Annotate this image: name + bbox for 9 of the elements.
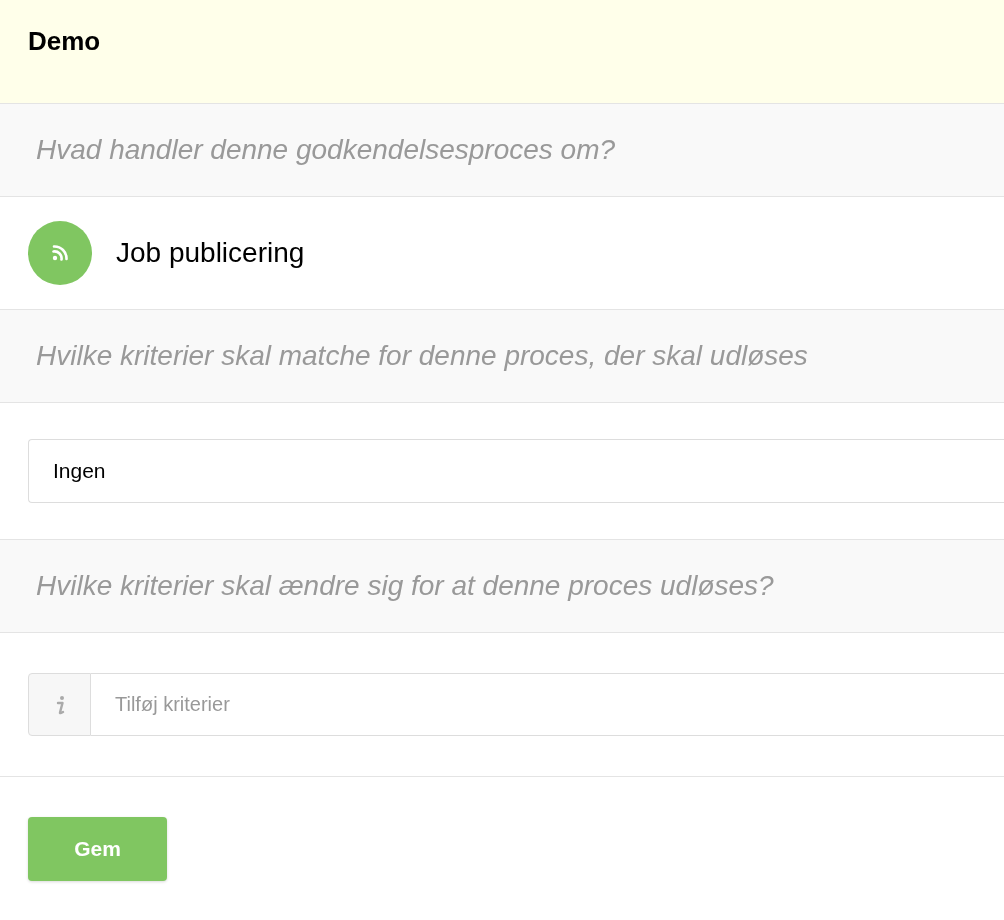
question-text: Hvilke kriterier skal matche for denne proces, der skal udløses (36, 339, 808, 373)
page-title: Demo (28, 25, 101, 58)
feed-icon (28, 221, 92, 285)
criteria-input[interactable]: Tilføj kriterier (91, 673, 1004, 736)
question-text: Hvilke kriterier skal ændre sig for at denne proces udløses? (36, 569, 774, 603)
criteria-select[interactable]: Ingen (28, 439, 1004, 503)
question-text: Hvad handler denne godkendelsesproces om? (36, 133, 616, 167)
info-icon (28, 673, 91, 736)
process-name: Job publicering (116, 236, 305, 270)
